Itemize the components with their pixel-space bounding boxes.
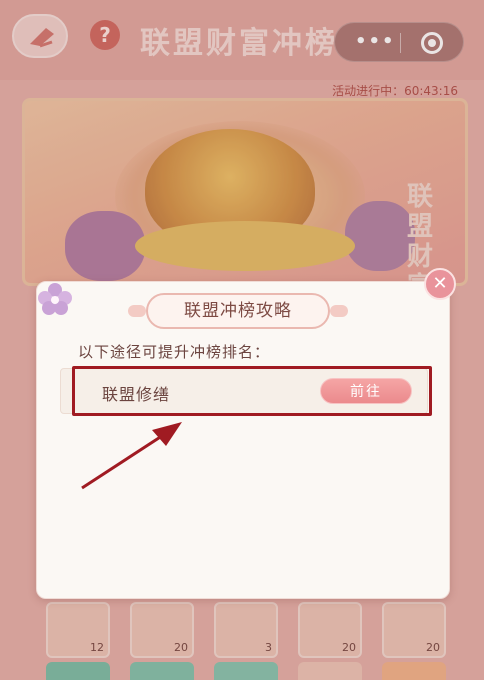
arrow-icon xyxy=(81,422,182,490)
